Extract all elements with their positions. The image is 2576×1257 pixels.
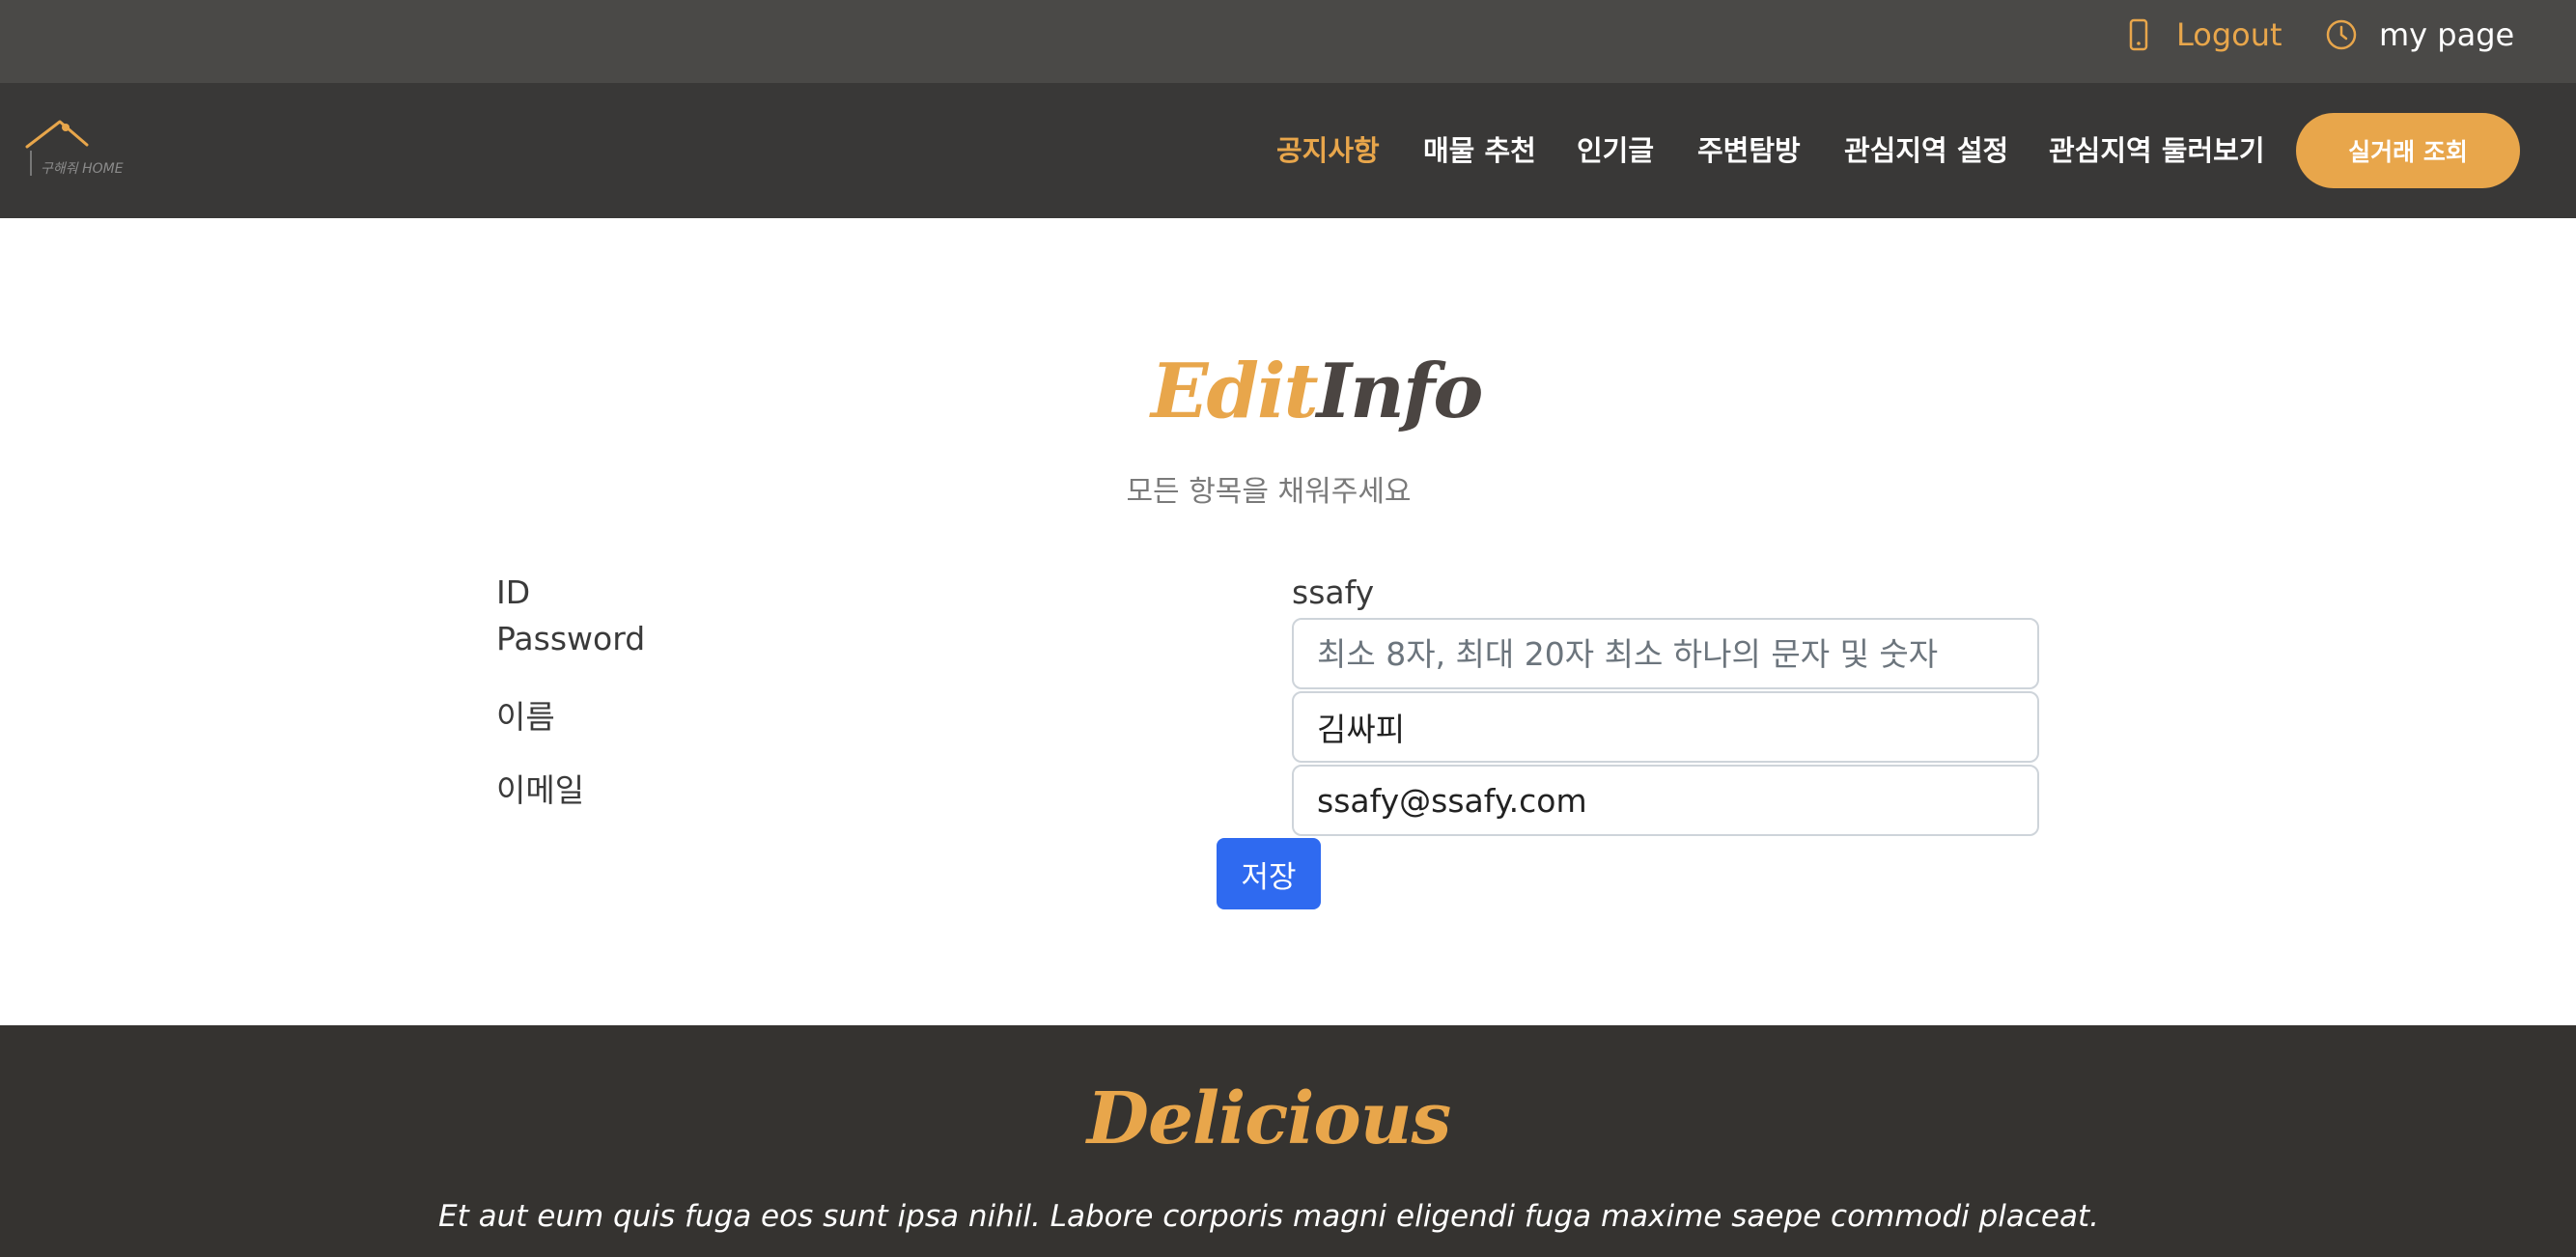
nav-item-popular[interactable]: 인기글 bbox=[1577, 129, 1654, 172]
page-subtitle: 모든 항목을 채워주세요 bbox=[1126, 475, 1412, 509]
real-transaction-button[interactable]: 실거래 조회 bbox=[2296, 113, 2520, 188]
password-label: Password bbox=[496, 620, 646, 657]
id-label: ID bbox=[496, 573, 531, 611]
house-roof-icon bbox=[25, 120, 89, 176]
footer-title: Delicious bbox=[1086, 1077, 1451, 1160]
name-label: 이름 bbox=[496, 698, 555, 736]
phone-icon bbox=[2122, 18, 2155, 51]
clock-icon bbox=[2325, 18, 2358, 51]
nav-item-interest-browse[interactable]: 관심지역 둘러보기 bbox=[2049, 129, 2265, 172]
page-title-part2: Info bbox=[1316, 348, 1484, 435]
nav-item-nearby[interactable]: 주변탐방 bbox=[1697, 129, 1801, 172]
header: 구해줘 HOME 공지사항 매물 추천 인기글 주변탐방 관심지역 설정 관심지… bbox=[0, 83, 2576, 218]
footer-text: Et aut eum quis fuga eos sunt ipsa nihil… bbox=[438, 1199, 2099, 1234]
logo-text: 구해줘 HOME bbox=[41, 161, 124, 177]
logout-label: Logout bbox=[2176, 16, 2282, 53]
logout-link[interactable]: Logout bbox=[2122, 14, 2282, 56]
my-page-link[interactable]: my page bbox=[2325, 14, 2514, 56]
logo[interactable]: 구해줘 HOME bbox=[23, 118, 139, 191]
my-page-label: my page bbox=[2379, 16, 2515, 53]
email-field[interactable] bbox=[1292, 765, 2039, 836]
name-field[interactable] bbox=[1292, 691, 2039, 763]
email-label: 이메일 bbox=[496, 771, 585, 809]
page-title-part1: Edit bbox=[1151, 348, 1319, 435]
password-field[interactable] bbox=[1292, 618, 2039, 689]
id-value: ssafy bbox=[1292, 573, 1375, 611]
save-button[interactable]: 저장 bbox=[1217, 838, 1321, 909]
footer: Delicious Et aut eum quis fuga eos sunt … bbox=[0, 1025, 2576, 1257]
page-title: EditInfo bbox=[1151, 348, 1484, 435]
top-bar: Logout my page bbox=[0, 0, 2576, 83]
nav-item-interest-setting[interactable]: 관심지역 설정 bbox=[1844, 129, 2008, 172]
nav-item-recommend[interactable]: 매물 추천 bbox=[1423, 129, 1536, 172]
nav-item-notice[interactable]: 공지사항 bbox=[1276, 129, 1380, 172]
